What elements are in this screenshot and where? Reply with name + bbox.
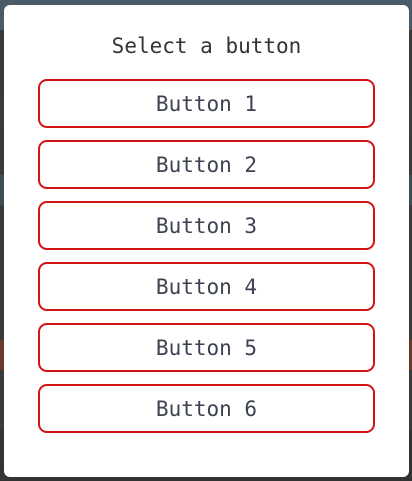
button-3[interactable]: Button 3	[38, 201, 375, 250]
button-2[interactable]: Button 2	[38, 140, 375, 189]
select-button-dialog: Select a button Button 1 Button 2 Button…	[4, 5, 409, 477]
button-5[interactable]: Button 5	[38, 323, 375, 372]
button-6[interactable]: Button 6	[38, 384, 375, 433]
button-4[interactable]: Button 4	[38, 262, 375, 311]
button-list: Button 1 Button 2 Button 3 Button 4 Butt…	[38, 79, 375, 445]
button-1[interactable]: Button 1	[38, 79, 375, 128]
dialog-title: Select a button	[111, 34, 302, 58]
